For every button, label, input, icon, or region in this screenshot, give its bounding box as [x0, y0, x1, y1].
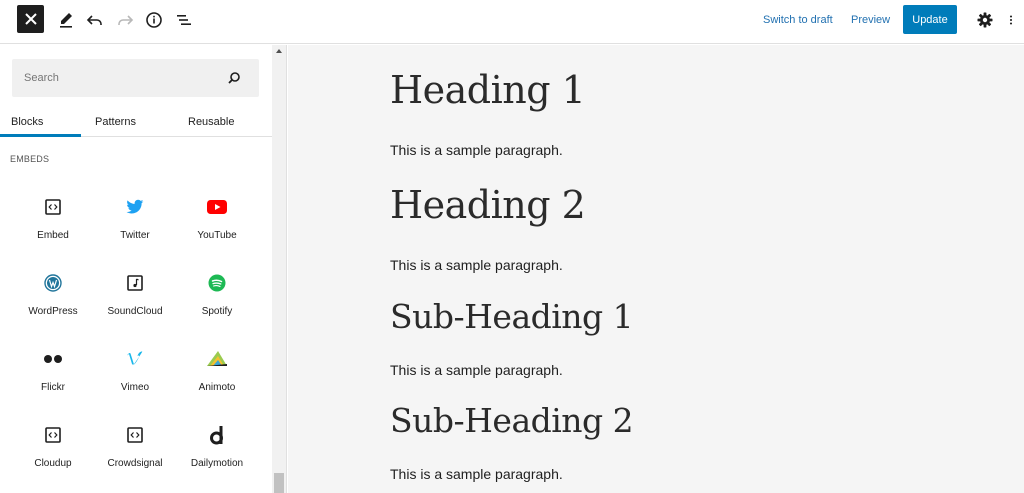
cloudup-icon — [41, 423, 65, 447]
flickr-icon — [41, 347, 65, 371]
block-label: Twitter — [120, 230, 150, 241]
inserter-tabs: Blocks Patterns Reusable — [0, 106, 272, 137]
block-dailymotion[interactable]: Dailymotion — [176, 410, 258, 486]
embed-blocks-grid: Embed Twitter YouTube WordPress SoundClo… — [12, 182, 258, 486]
block-cloudup[interactable]: Cloudup — [12, 410, 94, 486]
scroll-up-arrow-icon[interactable] — [276, 49, 282, 53]
block-label: Vimeo — [120, 382, 150, 393]
block-crowdsignal[interactable]: Crowdsignal — [94, 410, 176, 486]
paragraph-block[interactable]: This is a sample paragraph. — [390, 362, 563, 378]
block-label: Animoto — [198, 382, 236, 393]
close-icon — [24, 13, 37, 25]
block-label: Spotify — [201, 306, 233, 317]
close-inserter-button[interactable] — [17, 5, 44, 33]
list-view-button[interactable] — [172, 8, 196, 32]
block-youtube[interactable]: YouTube — [176, 182, 258, 258]
block-label: Dailymotion — [190, 458, 244, 469]
paragraph-block[interactable]: This is a sample paragraph. — [390, 142, 563, 158]
animoto-icon — [205, 347, 229, 371]
redo-button[interactable] — [113, 8, 137, 32]
tab-patterns[interactable]: Patterns — [95, 106, 136, 137]
crowdsignal-icon — [123, 423, 147, 447]
block-label: Flickr — [41, 382, 65, 393]
redo-icon — [118, 15, 134, 25]
dailymotion-icon — [205, 423, 229, 447]
block-embed[interactable]: Embed — [12, 182, 94, 258]
update-button[interactable]: Update — [903, 5, 957, 34]
more-vertical-icon — [1009, 15, 1013, 25]
block-label: WordPress — [28, 306, 78, 317]
undo-button[interactable] — [83, 8, 107, 32]
switch-to-draft-button[interactable]: Switch to draft — [763, 14, 833, 26]
gear-icon — [977, 12, 993, 28]
embed-icon — [41, 195, 65, 219]
block-twitter[interactable]: Twitter — [94, 182, 176, 258]
heading-block[interactable]: Heading 2 — [390, 183, 586, 227]
block-label: SoundCloud — [107, 306, 163, 317]
block-vimeo[interactable]: Vimeo — [94, 334, 176, 410]
block-spotify[interactable]: Spotify — [176, 258, 258, 334]
vimeo-icon — [123, 347, 147, 371]
info-icon — [146, 12, 162, 28]
tab-reusable[interactable]: Reusable — [188, 106, 234, 137]
block-wordpress[interactable]: WordPress — [12, 258, 94, 334]
soundcloud-icon — [123, 271, 147, 295]
sidebar-scrollbar[interactable] — [272, 45, 286, 493]
editor-header: Switch to draft Preview Update — [0, 0, 1024, 44]
search-box — [12, 59, 259, 97]
section-label-embeds: EMBEDS — [10, 154, 50, 164]
block-label: YouTube — [197, 230, 237, 241]
subheading-block[interactable]: Sub-Heading 2 — [390, 401, 634, 440]
search-input[interactable] — [12, 59, 222, 97]
paragraph-block[interactable]: This is a sample paragraph. — [390, 257, 563, 273]
active-tab-indicator — [0, 134, 81, 137]
twitter-icon — [123, 195, 147, 219]
search-icon[interactable] — [226, 70, 242, 86]
youtube-icon — [205, 195, 229, 219]
undo-icon — [86, 15, 102, 25]
block-label: Embed — [37, 230, 69, 241]
scrollbar-thumb[interactable] — [274, 473, 284, 493]
options-button[interactable] — [1004, 8, 1018, 32]
subheading-block[interactable]: Sub-Heading 1 — [390, 297, 634, 336]
tab-blocks[interactable]: Blocks — [11, 106, 43, 137]
preview-button[interactable]: Preview — [851, 14, 890, 26]
block-flickr[interactable]: Flickr — [12, 334, 94, 410]
block-inserter-panel: Blocks Patterns Reusable EMBEDS Embed Tw… — [0, 45, 287, 493]
tools-button[interactable] — [54, 8, 78, 32]
details-button[interactable] — [142, 8, 166, 32]
block-animoto[interactable]: Animoto — [176, 334, 258, 410]
wordpress-icon — [41, 271, 65, 295]
settings-button[interactable] — [973, 8, 997, 32]
spotify-icon — [205, 271, 229, 295]
list-view-icon — [177, 15, 191, 25]
pencil-icon — [60, 13, 72, 28]
block-label: Cloudup — [34, 458, 72, 469]
block-soundcloud[interactable]: SoundCloud — [94, 258, 176, 334]
paragraph-block[interactable]: This is a sample paragraph. — [390, 466, 563, 482]
editor-canvas: Heading 1 This is a sample paragraph. He… — [288, 45, 1024, 493]
block-label: Crowdsignal — [107, 458, 163, 469]
heading-block[interactable]: Heading 1 — [390, 68, 586, 112]
